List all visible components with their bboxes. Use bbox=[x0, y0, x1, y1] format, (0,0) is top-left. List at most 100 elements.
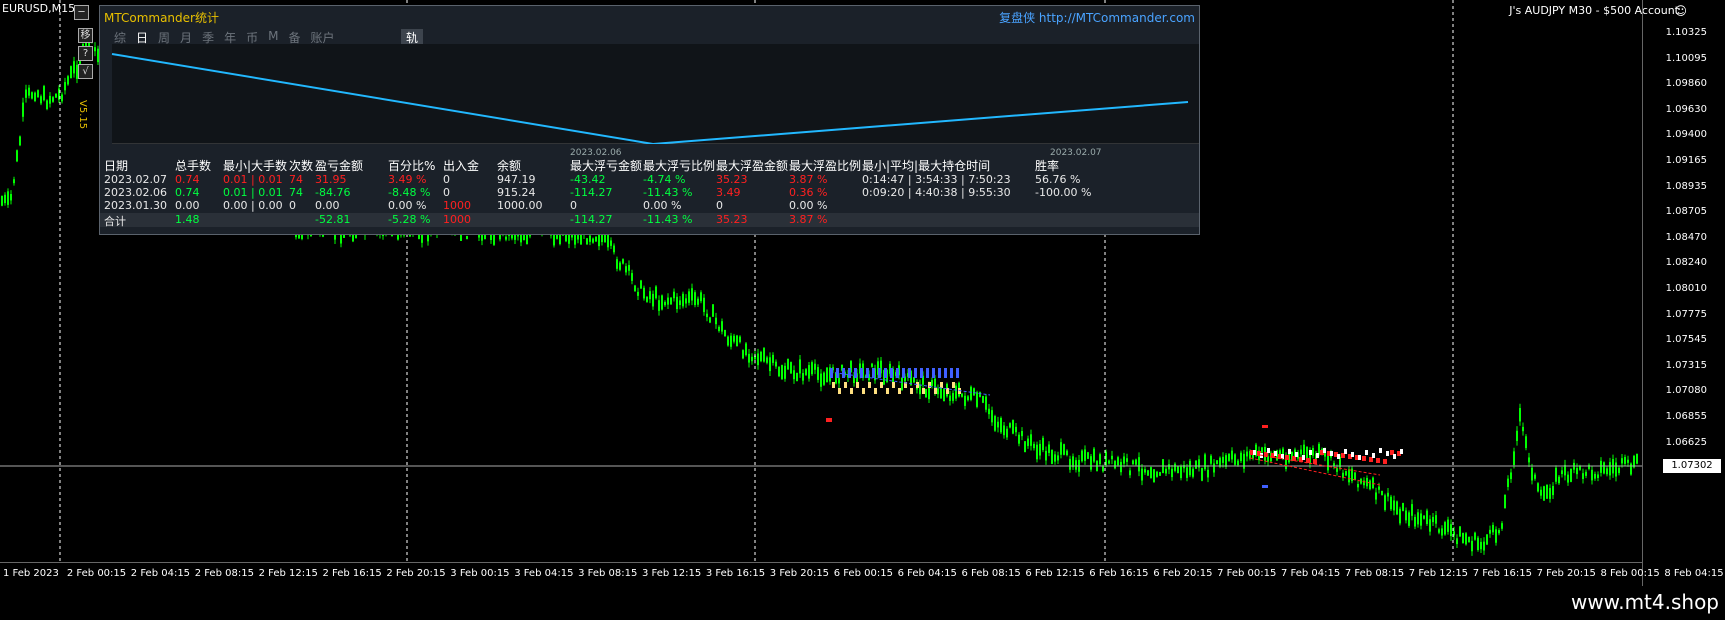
table-cell: 0.00 % bbox=[388, 199, 427, 212]
time-label: 8 Feb 04:15 bbox=[1664, 568, 1724, 579]
candle-body bbox=[955, 385, 957, 399]
time-axis[interactable]: 1 Feb 2023 2 Feb 00:15 2 Feb 04:15 2 Feb 08… bbox=[0, 562, 1724, 587]
minimize-button[interactable]: ─ bbox=[74, 5, 89, 20]
candle-body bbox=[1609, 462, 1611, 476]
candle-body bbox=[52, 97, 54, 102]
time-label: 2 Feb 00:15 bbox=[66, 568, 127, 579]
candle-body bbox=[613, 245, 615, 253]
trade-marker bbox=[1316, 453, 1319, 458]
candle-body bbox=[1567, 474, 1569, 483]
candle-body bbox=[1186, 467, 1188, 478]
candle-body bbox=[1585, 471, 1587, 476]
table-cell: 最大浮盈比例 bbox=[789, 159, 862, 173]
table-cell: 最大浮盈金额 bbox=[716, 159, 789, 173]
help-button[interactable]: ? bbox=[78, 46, 93, 61]
candle-body bbox=[1528, 457, 1530, 463]
candle-body bbox=[667, 297, 669, 305]
trade-marker bbox=[1262, 425, 1268, 428]
candle-body bbox=[1246, 451, 1248, 457]
candle-body bbox=[1615, 462, 1617, 477]
trade-marker bbox=[1274, 451, 1277, 456]
candle-body bbox=[1171, 468, 1173, 478]
candle-body bbox=[1348, 469, 1350, 483]
candle-body bbox=[781, 365, 783, 380]
time-label: 2 Feb 08:15 bbox=[194, 568, 254, 579]
trade-marker bbox=[1393, 454, 1396, 459]
table-cell: 0 bbox=[443, 186, 450, 199]
candle-body bbox=[10, 194, 12, 201]
candle-body bbox=[1540, 489, 1542, 496]
trade-marker bbox=[922, 388, 925, 394]
candle-body bbox=[40, 96, 42, 104]
price-axis[interactable]: 1.10325 1.10095 1.09860 1.09630 1.09400 1.091… bbox=[1642, 0, 1725, 586]
candle-body bbox=[595, 236, 597, 242]
candle-body bbox=[661, 295, 663, 310]
candle-body bbox=[691, 288, 693, 301]
candle-body bbox=[1561, 470, 1563, 475]
candle-body bbox=[739, 336, 741, 343]
candle-body bbox=[988, 408, 990, 415]
candle-body bbox=[622, 259, 624, 264]
candle-body bbox=[1570, 468, 1572, 482]
candle-body bbox=[25, 89, 27, 98]
table-cell: 947.19 bbox=[497, 173, 536, 186]
candle-body bbox=[1039, 443, 1041, 456]
candle-body bbox=[724, 329, 726, 337]
table-cell: 余额 bbox=[497, 159, 522, 173]
candle-body bbox=[826, 367, 828, 383]
candle-body bbox=[1402, 503, 1404, 511]
table-cell: 0.00 | 0.00 bbox=[223, 199, 283, 212]
move-panel-button[interactable]: 移 bbox=[78, 28, 93, 43]
candle-body bbox=[751, 356, 753, 362]
time-label: 6 Feb 12:15 bbox=[1025, 568, 1085, 579]
candle-body bbox=[1021, 431, 1023, 437]
price-label: 1.09630 bbox=[1665, 103, 1707, 115]
candle-body bbox=[61, 94, 63, 102]
table-cell: -11.43 % bbox=[643, 186, 693, 199]
candle-body bbox=[1354, 472, 1356, 481]
candle-body bbox=[46, 100, 48, 110]
candle-body bbox=[628, 265, 630, 271]
candle-body bbox=[1549, 488, 1551, 499]
candle-body bbox=[1051, 449, 1053, 464]
table-cell: 35.23 bbox=[716, 213, 748, 226]
candle-body bbox=[1123, 456, 1125, 464]
candle-body bbox=[1417, 512, 1419, 525]
time-label: 6 Feb 04:15 bbox=[897, 568, 957, 579]
candle-body bbox=[1063, 444, 1065, 455]
candle-body bbox=[1369, 480, 1371, 490]
time-label: 2 Feb 20:15 bbox=[386, 568, 446, 579]
trade-marker bbox=[1288, 449, 1291, 454]
candle-body bbox=[1228, 453, 1230, 461]
candle-body bbox=[1174, 463, 1176, 471]
candle-body bbox=[790, 362, 792, 374]
trade-marker bbox=[862, 388, 865, 394]
trade-marker bbox=[956, 368, 959, 378]
trade-marker bbox=[902, 368, 905, 378]
candle-body bbox=[1147, 470, 1149, 476]
table-cell: 0.74 bbox=[175, 173, 200, 186]
trade-marker bbox=[926, 368, 929, 378]
confirm-button[interactable]: √ bbox=[78, 64, 93, 79]
candle-body bbox=[1420, 513, 1422, 526]
panel-website-link[interactable]: 复盘侠 http://MTCommander.com bbox=[999, 9, 1195, 26]
candle-body bbox=[1006, 428, 1008, 438]
candle-body bbox=[1450, 524, 1452, 537]
time-label: 7 Feb 12:15 bbox=[1408, 568, 1469, 579]
candle-body bbox=[1519, 408, 1521, 422]
version-label: V5.15 bbox=[77, 100, 88, 130]
price-label: 1.08240 bbox=[1665, 257, 1707, 269]
trade-marker bbox=[952, 382, 955, 388]
table-cell: 0:14:47 | 3:54:33 | 7:50:23 bbox=[862, 173, 1011, 186]
candle-body bbox=[1312, 448, 1314, 456]
candle-body bbox=[1150, 467, 1152, 479]
candle-body bbox=[1462, 532, 1464, 544]
mtcommander-stats-panel: MTCommander统计 复盘侠 http://MTCommander.com… bbox=[99, 5, 1200, 235]
candle-body bbox=[745, 343, 747, 356]
trade-marker bbox=[1358, 455, 1361, 460]
time-label: 7 Feb 16:15 bbox=[1472, 568, 1532, 579]
trade-marker bbox=[880, 382, 883, 388]
trade-marker bbox=[878, 368, 881, 378]
trade-marker bbox=[940, 382, 943, 388]
table-cell: 总手数 bbox=[175, 159, 212, 173]
